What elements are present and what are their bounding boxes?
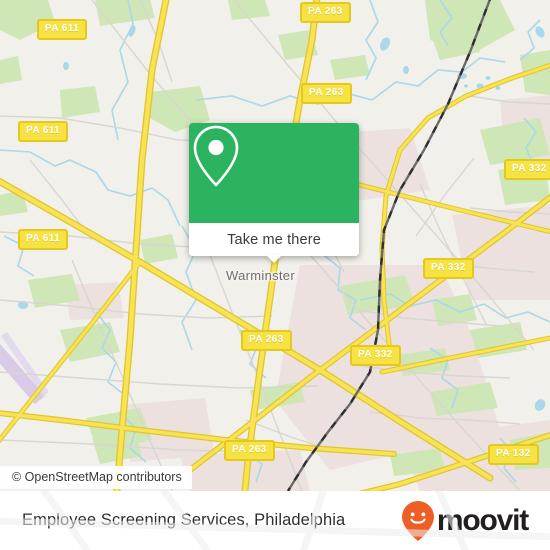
take-me-there-button[interactable]: Take me there [189,223,359,263]
route-shield[interactable]: PA 263 [224,440,275,461]
route-shield[interactable]: PA 263 [300,2,351,23]
map-canvas[interactable]: Warminster PA 263 PA 611 PA 263 PA 611 P… [0,0,550,491]
moovit-wordmark: moovit [436,503,529,537]
footer-bar: Employee Screening Services, Philadelphi… [0,491,550,550]
location-popup-card[interactable]: Take me there [189,123,359,263]
route-shield[interactable]: PA 332 [423,258,474,279]
route-shield[interactable]: PA 611 [18,229,69,250]
map-attribution[interactable]: © OpenStreetMap contributors [0,466,192,489]
route-shield[interactable]: PA 611 [18,121,69,142]
moovit-logo[interactable]: moovit [401,500,529,542]
moovit-smiley-pin-icon [401,500,434,541]
place-label-warminster: Warminster [226,268,295,283]
location-pin-icon [193,125,239,187]
route-shield[interactable]: PA 263 [301,83,352,104]
take-me-there-label: Take me there [227,231,321,248]
popup-pointer [266,255,282,263]
moovit-map-screenshot: Warminster PA 263 PA 611 PA 263 PA 611 P… [0,0,550,550]
route-shield[interactable]: PA 332 [504,159,550,180]
route-shield[interactable]: PA 332 [350,345,401,366]
page-title: Employee Screening Services, Philadelphi… [22,511,346,529]
route-shield[interactable]: PA 611 [37,19,88,40]
route-shield[interactable]: PA 263 [241,330,292,351]
popup-header [189,123,359,223]
route-shield[interactable]: PA 132 [488,444,539,465]
